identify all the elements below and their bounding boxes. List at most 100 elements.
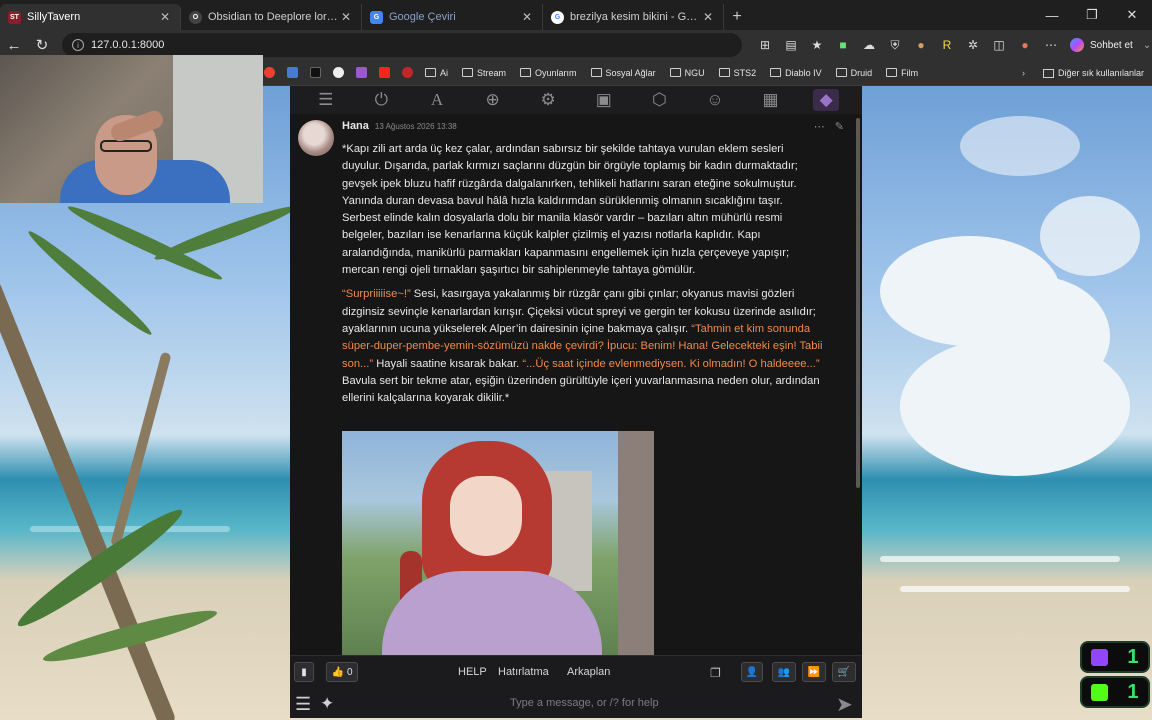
ai-settings-sliders-icon[interactable]: ☰ (313, 89, 339, 111)
token-counter-button[interactable]: 👍 0 (326, 662, 358, 682)
palm-leaf (11, 500, 189, 636)
tab-sillytavern[interactable]: ST SillyTavern ✕ (0, 4, 181, 30)
minimize-icon[interactable]: — (1032, 0, 1072, 30)
advanced-formatting-a-icon[interactable]: A (424, 89, 450, 111)
more-menu-icon[interactable]: ⋯ (1038, 33, 1064, 57)
backgrounds-image-icon[interactable]: ▣ (591, 89, 617, 111)
expand-chevron-icon[interactable]: ⌄ (1143, 40, 1151, 51)
bookmark-label: STS2 (733, 67, 757, 78)
message-input[interactable]: Type a message, or /? for help (510, 697, 659, 709)
tab-title: Obsidian to Deeplore lore convers (208, 11, 339, 23)
twitch-viewer-count: 1 (1127, 645, 1139, 668)
apps-grid-icon[interactable]: ⊞ (752, 33, 778, 57)
tab-google-translate[interactable]: G Google Çeviri ✕ (362, 4, 543, 30)
copy-layers-icon[interactable]: ❐ (710, 666, 721, 680)
folder-icon (770, 68, 782, 77)
bookmark-folder[interactable]: Stream (462, 68, 506, 78)
user-settings-icon[interactable]: ⚙ (535, 89, 561, 111)
youtube-bookmark-icon[interactable] (379, 67, 390, 78)
tab-obsidian[interactable]: O Obsidian to Deeplore lore convers ✕ (181, 4, 362, 30)
persona-smile-icon[interactable]: ☺ (702, 89, 728, 111)
folder-icon (669, 68, 681, 77)
twitch-viewer-badge: 1 (1080, 641, 1150, 673)
bookmark-folder[interactable]: STS2 (718, 67, 757, 78)
options-menu-icon[interactable]: ☰ (295, 694, 311, 715)
character-avatar-icon[interactable]: ◆ (813, 89, 840, 111)
twitch-icon (1091, 648, 1109, 666)
other-bookmarks[interactable]: › Diğer sık kullanılanlar (1022, 60, 1144, 86)
quick-reply-arkaplan[interactable]: Arkaplan (567, 666, 610, 678)
translate-bookmark-icon[interactable] (287, 67, 298, 78)
edit-pencil-icon[interactable]: ✎ (835, 120, 844, 133)
copilot-button[interactable]: Sohbet et ⌄ (1070, 38, 1151, 52)
site-info-icon[interactable]: i (72, 39, 84, 51)
tab-close-icon[interactable]: ✕ (701, 10, 715, 24)
magic-wand-icon[interactable]: ✦ (320, 694, 334, 714)
bookmark-folder[interactable]: Oyunlarım (520, 68, 577, 78)
tiktok-bookmark-icon[interactable] (310, 67, 321, 78)
world-info-globe-icon[interactable]: ⊕ (480, 89, 506, 111)
openai-bookmark-icon[interactable] (333, 67, 344, 78)
bookmark-folder[interactable]: Druid (835, 68, 872, 78)
image-character-face (450, 476, 522, 556)
token-count: 0 (346, 666, 353, 678)
cloud-extension-icon[interactable]: ☁ (856, 33, 882, 57)
tab-close-icon[interactable]: ✕ (158, 10, 172, 24)
webcam-overlay (0, 55, 263, 203)
extensions-cubes-icon[interactable]: ⬡ (646, 89, 672, 111)
shield-extension-icon[interactable]: ⛨ (882, 33, 908, 57)
group-icon[interactable]: 👥 (772, 662, 796, 682)
api-plug-icon[interactable]: ⏻ (368, 89, 394, 111)
chrome-bookmark-icon[interactable] (264, 67, 275, 78)
wave (900, 586, 1130, 592)
red-bookmark-icon[interactable] (402, 67, 413, 78)
extensions-area: ⊞ ▤ ★ ■ ☁ ⛨ ● R ✲ ◫ ● ⋯ (752, 33, 1064, 57)
bookmark-label: Film (901, 67, 919, 78)
puzzle-icon[interactable]: ✲ (960, 33, 986, 57)
bookmark-label: Stream (477, 67, 507, 78)
favorite-star-icon[interactable]: ★ (804, 33, 830, 57)
maximize-icon[interactable]: ❐ (1072, 0, 1112, 30)
tab-close-icon[interactable]: ✕ (339, 10, 353, 24)
extension-icon[interactable]: ■ (830, 33, 856, 57)
continue-fast-forward-icon[interactable]: ⏩ (802, 662, 826, 682)
split-screen-icon[interactable]: ◫ (986, 33, 1012, 57)
bookmark-folder[interactable]: Film (886, 68, 918, 78)
send-paper-plane-icon[interactable]: ➤ (836, 692, 853, 717)
message-tools: ⋯ ✎ (804, 120, 844, 133)
bookmark-folder[interactable]: Sosyal Ağlar (590, 68, 656, 78)
tab-google-search[interactable]: G brezilya kesim bikini - Google'da A ✕ (543, 4, 724, 30)
new-tab-plus-icon[interactable]: + (724, 4, 750, 30)
bookmark-label: Ai (440, 67, 449, 78)
bookmark-folder[interactable]: Diablo IV (770, 68, 822, 78)
cookie-extension-icon[interactable]: ● (908, 33, 934, 57)
profile-avatar-icon[interactable]: ● (1012, 33, 1038, 57)
message-paragraph: *Kapı zili art arda üç kez çalar, ardınd… (342, 143, 798, 277)
message-more-icon[interactable]: ⋯ (814, 120, 825, 133)
chat-scrollbar[interactable] (856, 118, 860, 488)
r-extension-icon[interactable]: R (934, 33, 960, 57)
persona-icon[interactable]: 👤 (741, 662, 763, 682)
bookmark-folder[interactable]: Ai (425, 68, 448, 78)
cloud (900, 336, 1130, 476)
chevron-right-icon[interactable]: › (1022, 68, 1025, 78)
close-window-icon[interactable]: ✕ (1112, 0, 1152, 30)
folder-icon (462, 68, 474, 77)
reader-icon[interactable]: ▤ (778, 33, 804, 57)
folder-icon (1042, 68, 1054, 78)
character-card-icon[interactable]: ▦ (758, 89, 784, 111)
shopping-cart-icon[interactable]: 🛒 (832, 662, 856, 682)
other-bookmarks-label: Diğer sık kullanılanlar (1057, 68, 1144, 78)
quick-reply-help[interactable]: HELP (458, 666, 487, 678)
quick-reply-hatirlatma[interactable]: Hatırlatma (498, 666, 549, 678)
wave (880, 556, 1120, 562)
bookmark-icon[interactable]: ▮ (294, 662, 314, 682)
heart-bookmark-icon[interactable] (356, 67, 367, 78)
character-avatar[interactable] (298, 120, 334, 156)
url-bar[interactable]: i 127.0.0.1:8000 (62, 33, 742, 57)
generated-character-image[interactable] (342, 431, 654, 655)
tab-title: brezilya kesim bikini - Google'da A (570, 11, 701, 23)
bookmark-folder[interactable]: NGU (669, 68, 705, 78)
folder-icon (835, 68, 847, 77)
tab-close-icon[interactable]: ✕ (520, 10, 534, 24)
